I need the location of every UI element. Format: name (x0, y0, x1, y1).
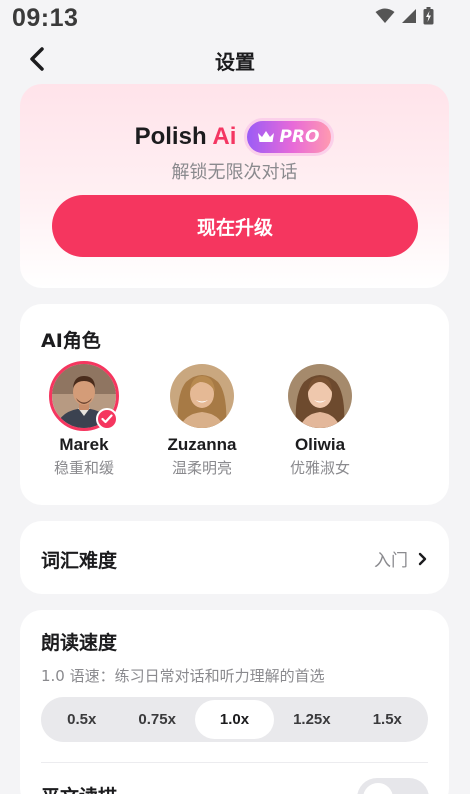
next-setting-title: 平文读描 (41, 782, 117, 794)
crown-icon (258, 131, 275, 142)
ai-roles-card: AI角色 Marek 稳重和缓 Zuzanna 温柔明亮 Oliwia 优雅淑女 (20, 304, 449, 505)
status-time: 09:13 (12, 4, 79, 32)
avatar-image (170, 364, 234, 428)
wifi-icon (375, 8, 395, 23)
avatar (49, 361, 119, 431)
reading-speed-description: 1.0 语速：练习日常对话和听力理解的首选 (41, 667, 325, 685)
top-bar: 设置 (0, 40, 470, 80)
vocabulary-difficulty-row[interactable]: 词汇难度 入门 (20, 521, 449, 594)
chevron-right-icon (418, 552, 427, 565)
role-option-marek[interactable]: Marek 稳重和缓 (34, 361, 134, 478)
avatar (288, 364, 352, 428)
toggle-knob (363, 783, 393, 794)
signal-icon (402, 9, 416, 23)
speed-option-1-0x[interactable]: 1.0x (194, 700, 275, 739)
app-brand: Polish Ai (135, 123, 237, 151)
ai-roles-title: AI角色 (41, 330, 101, 352)
next-setting-toggle[interactable] (357, 778, 429, 794)
role-description: 优雅淑女 (289, 459, 350, 477)
avatar-image (288, 364, 352, 428)
brand-row: Polish Ai PRO (20, 118, 449, 156)
pro-upgrade-card: Polish Ai PRO 解锁无限次对话 现在升级 (20, 84, 449, 288)
role-option-zuzanna[interactable]: Zuzanna 温柔明亮 (152, 364, 252, 478)
vocabulary-value: 入门 (374, 551, 408, 571)
status-icons (375, 7, 434, 25)
vocabulary-title: 词汇难度 (41, 550, 118, 572)
pro-badge-label: PRO (279, 127, 320, 147)
reading-speed-card: 朗读速度 1.0 语速：练习日常对话和听力理解的首选 0.5x 0.75x 1.… (20, 610, 449, 794)
speed-option-1-5x[interactable]: 1.5x (350, 700, 425, 739)
page-title: 设置 (215, 50, 255, 74)
pro-badge: PRO (244, 118, 335, 156)
selected-check-badge (96, 408, 118, 430)
role-description: 温柔明亮 (171, 459, 232, 477)
promo-subtitle: 解锁无限次对话 (171, 162, 298, 183)
brand-name: Polish (134, 123, 207, 150)
role-name: Zuzanna (167, 435, 237, 454)
divider (41, 762, 428, 763)
battery-icon (423, 7, 434, 25)
role-description: 稳重和缓 (53, 459, 114, 477)
avatar (170, 364, 234, 428)
role-option-oliwia[interactable]: Oliwia 优雅淑女 (270, 364, 370, 478)
brand-accent: Ai (212, 123, 237, 150)
speed-option-0-75x[interactable]: 0.75x (119, 700, 194, 739)
speed-option-1-25x[interactable]: 1.25x (274, 700, 349, 739)
status-bar: 09:13 (0, 0, 470, 40)
vocabulary-value-group: 入门 (374, 546, 427, 571)
upgrade-button[interactable]: 现在升级 (52, 195, 418, 257)
reading-speed-title: 朗读速度 (41, 632, 118, 654)
speed-option-0-5x[interactable]: 0.5x (44, 700, 119, 739)
speed-segmented-control: 0.5x 0.75x 1.0x 1.25x 1.5x (41, 697, 428, 742)
role-name: Oliwia (294, 435, 346, 454)
check-icon (101, 414, 113, 424)
role-name: Marek (59, 435, 109, 454)
